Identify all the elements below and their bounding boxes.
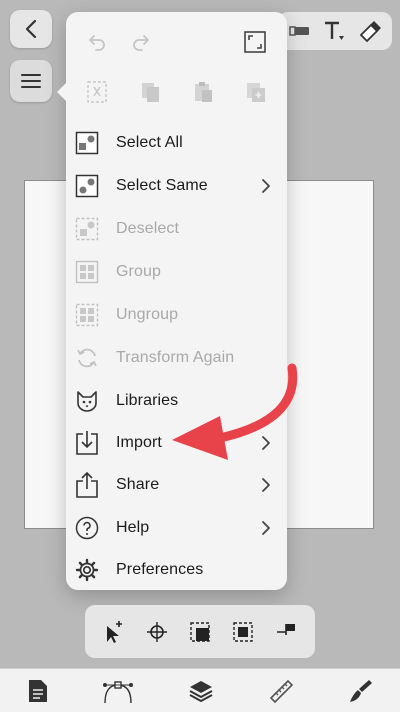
- ungroup-icon: [74, 302, 100, 328]
- main-menu-button[interactable]: [10, 60, 52, 102]
- menu-clipboard-row: [66, 72, 287, 112]
- menu-item-label: Preferences: [116, 561, 204, 578]
- annotation-arrow: [172, 363, 298, 460]
- layers-icon[interactable]: [188, 678, 214, 704]
- menu-item-deselect[interactable]: Deselect: [66, 208, 287, 250]
- menu-item-ungroup[interactable]: Ungroup: [66, 294, 287, 336]
- select-all-icon: [74, 130, 100, 156]
- redo-icon[interactable]: [130, 31, 152, 53]
- document-icon[interactable]: [27, 678, 49, 704]
- group-icon: [74, 259, 100, 285]
- menu-item-label: Help: [116, 519, 150, 536]
- menu-item-share[interactable]: Share: [66, 464, 287, 506]
- share-icon: [74, 472, 100, 498]
- selection-box-icon[interactable]: [232, 621, 254, 643]
- paste-in-place-icon[interactable]: [245, 80, 267, 104]
- pin-flag-icon[interactable]: [275, 621, 297, 643]
- top-toolbar: [278, 12, 392, 50]
- selection-tools-bar: [85, 605, 315, 658]
- transform-again-icon: [74, 345, 100, 371]
- menu-item-label: Select All: [116, 134, 183, 151]
- back-button[interactable]: [10, 10, 52, 48]
- menu-item-label: Share: [116, 476, 160, 493]
- import-icon: [74, 430, 100, 456]
- menu-item-select-same[interactable]: Select Same: [66, 165, 287, 207]
- libraries-cat-icon: [74, 388, 100, 414]
- gear-icon: [74, 557, 100, 583]
- copy-icon[interactable]: [139, 80, 161, 104]
- menu-item-help[interactable]: Help: [66, 507, 287, 549]
- menu-item-label: Group: [116, 263, 161, 280]
- main-menu-popover: Select All Select Same Deselect Group Un…: [57, 12, 287, 591]
- menu-item-select-all[interactable]: Select All: [66, 122, 287, 164]
- crosshair-icon[interactable]: [146, 621, 168, 643]
- menu-item-group[interactable]: Group: [66, 251, 287, 293]
- transform-box-icon[interactable]: [189, 621, 211, 643]
- chevron-right-icon: [261, 520, 271, 536]
- paste-icon[interactable]: [192, 80, 214, 104]
- chevron-right-icon: [261, 477, 271, 493]
- brush-style-icon[interactable]: [347, 678, 373, 704]
- eraser-icon[interactable]: [357, 19, 381, 43]
- cut-icon[interactable]: [86, 80, 108, 104]
- menu-history-row: [66, 22, 287, 62]
- ruler-icon[interactable]: [268, 678, 294, 704]
- help-icon: [74, 515, 100, 541]
- undo-icon[interactable]: [86, 31, 108, 53]
- deselect-icon: [74, 216, 100, 242]
- chevron-right-icon: [261, 178, 271, 194]
- pen-path-icon[interactable]: [102, 677, 134, 705]
- bottom-tab-bar: [0, 668, 400, 712]
- menu-item-label: Deselect: [116, 220, 180, 237]
- menu-item-label: Ungroup: [116, 306, 179, 323]
- menu-item-label: Select Same: [116, 177, 208, 194]
- chevron-left-icon: [25, 19, 37, 39]
- add-selection-arrow-icon[interactable]: [103, 620, 125, 644]
- fullscreen-icon[interactable]: [243, 30, 267, 54]
- menu-item-preferences[interactable]: Preferences: [66, 549, 287, 591]
- hamburger-icon: [21, 74, 41, 88]
- menu-item-label: Import: [116, 434, 162, 451]
- text-tool-icon[interactable]: [322, 19, 346, 43]
- layer-tool-icon[interactable]: [289, 22, 311, 40]
- select-same-icon: [74, 173, 100, 199]
